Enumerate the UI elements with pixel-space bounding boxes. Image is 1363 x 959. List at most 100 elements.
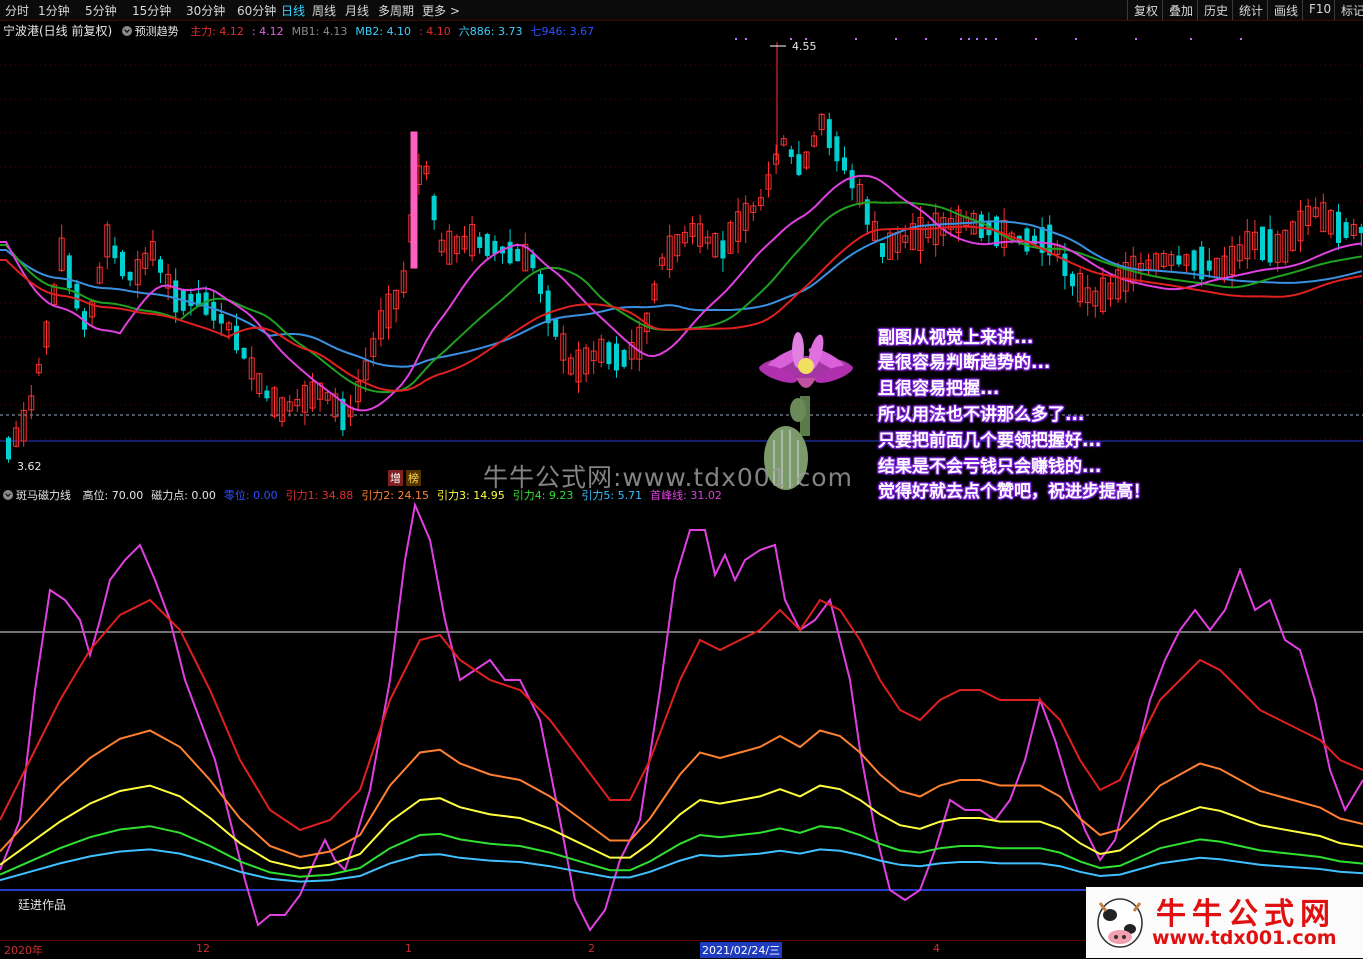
candle-body (1191, 250, 1197, 271)
period-tab-5min[interactable]: 5分钟 (85, 2, 117, 19)
candle-body (788, 149, 794, 157)
indicator-selector[interactable]: 预测趋势 (121, 25, 179, 38)
period-tab-multi[interactable]: 多周期 (378, 2, 414, 19)
candle-body (621, 350, 627, 367)
message-line-6: 结果是不会亏钱只会赚钱的... (878, 457, 1102, 477)
axis-cursor-date: 2021/02/24/三 (700, 942, 783, 958)
f10-button[interactable]: F10 (1302, 0, 1337, 20)
candle-body (127, 271, 133, 281)
period-tab-15min[interactable]: 15分钟 (132, 2, 171, 19)
restore-rights-button[interactable]: 复权 (1127, 0, 1164, 20)
candle-body (720, 240, 726, 259)
message-line-5: 只要把前面几个要领把握好... (878, 431, 1102, 451)
candle-body (1176, 255, 1182, 265)
candle-body (530, 254, 536, 269)
dropdown-icon (3, 490, 13, 500)
signal-dot (985, 38, 987, 40)
signal-dot (1035, 38, 1037, 40)
period-tab-monthly[interactable]: 月线 (345, 2, 369, 19)
candle-body (477, 236, 483, 248)
author-label: 廷进作品 (18, 898, 67, 912)
candle-body (203, 292, 209, 315)
candle-body (484, 233, 490, 256)
signal-dot (855, 38, 857, 40)
period-tab-30min[interactable]: 30分钟 (186, 2, 225, 19)
axis-label: 12 (196, 942, 210, 955)
candle-body (234, 325, 239, 351)
logo-url: www.tdx001.com (1152, 927, 1337, 949)
signal-dot (925, 38, 927, 40)
series-gravity1-line (0, 598, 1363, 832)
mark-button[interactable]: 标记 (1334, 0, 1363, 20)
series-gravity3-line (0, 784, 1363, 870)
candle-body (515, 248, 521, 262)
main-value-4: : 4.10 (419, 25, 451, 38)
indicator-name: 预测趋势 (134, 25, 179, 38)
period-tab-fenshi[interactable]: 分时 (5, 2, 29, 19)
candle-body (796, 154, 802, 175)
overlay-button[interactable]: 叠加 (1162, 0, 1199, 20)
series-gravity5-line (0, 848, 1363, 883)
period-tab-1min[interactable]: 1分钟 (38, 2, 70, 19)
period-tab-weekly[interactable]: 周线 (312, 2, 336, 19)
message-line-1: 副图从视觉上来讲... (878, 328, 1034, 348)
candle-body (66, 255, 72, 289)
main-value-1: : 4.12 (251, 25, 284, 38)
signal-dot (1190, 38, 1192, 40)
message-line-7: 觉得好就去点个赞吧，祝进步提高！ (878, 482, 1150, 502)
signal-dot (995, 38, 997, 40)
main-value-6: 七946: 3.67 (530, 25, 595, 38)
stock-title: 宁波港(日线 前复权) (3, 24, 113, 38)
candle-body (978, 214, 984, 238)
axis-label: 1 (405, 942, 412, 955)
signal-dot (895, 38, 897, 40)
draw-line-button[interactable]: 画线 (1267, 0, 1304, 20)
candle-body (1267, 229, 1273, 263)
candle-body (1336, 211, 1341, 243)
candle-body (538, 274, 543, 294)
period-tab-more[interactable]: 更多 > (422, 2, 460, 19)
signal-dot (968, 38, 970, 40)
message-line-3: 且很容易把握... (878, 379, 1000, 399)
period-tab-daily[interactable]: 日线 (281, 2, 305, 19)
low-price-label: 3.62 (17, 460, 42, 473)
candle-body (218, 314, 224, 324)
site-logo: 牛牛公式网 www.tdx001.com (1086, 887, 1363, 958)
candle-body (545, 290, 551, 324)
period-tab-60min[interactable]: 60分钟 (237, 2, 276, 19)
message-line-2: 是很容易判断趋势的... (878, 353, 1051, 373)
candle-body (188, 293, 194, 307)
history-button[interactable]: 历史 (1197, 0, 1234, 20)
axis-label: 4 (933, 942, 940, 955)
candle-body (507, 241, 513, 264)
candlestick-chart[interactable] (0, 38, 1363, 483)
signal-dot (735, 38, 737, 40)
candle-body (264, 390, 270, 399)
main-indicator-values: 主力: 4.12: 4.12 MB1: 4.13 MB2: 4.10: 4.10 六8… (182, 25, 594, 38)
tag-zeng: 增 (388, 470, 403, 486)
candle-body (614, 343, 619, 371)
candle-body (1260, 226, 1265, 261)
candle-body (241, 347, 247, 359)
candle-body (158, 259, 163, 273)
stats-button[interactable]: 统计 (1232, 0, 1269, 20)
main-value-5: 六886: 3.73 (458, 25, 523, 38)
candle-body (173, 280, 179, 313)
candle-body (6, 437, 11, 460)
main-chart-header: 宁波港(日线 前复权) 预测趋势 主力: 4.12: 4.12 MB1: 4.13… (3, 22, 594, 39)
signal-dot (1135, 38, 1137, 40)
cow-icon (1097, 898, 1143, 948)
candle-body (211, 301, 217, 321)
series-gravity2-line (0, 729, 1363, 859)
signal-dot (960, 38, 962, 40)
candle-body (1206, 260, 1212, 271)
dropdown-icon (121, 26, 132, 36)
axis-label: 2 (588, 942, 595, 955)
candle-body (553, 319, 559, 337)
zebra-magnetic-chart[interactable] (0, 500, 1363, 940)
candle-body (606, 342, 612, 365)
candle-body (1062, 253, 1068, 276)
candle-body (431, 195, 437, 221)
signal-dot (1075, 38, 1077, 40)
candle-body (826, 119, 832, 149)
